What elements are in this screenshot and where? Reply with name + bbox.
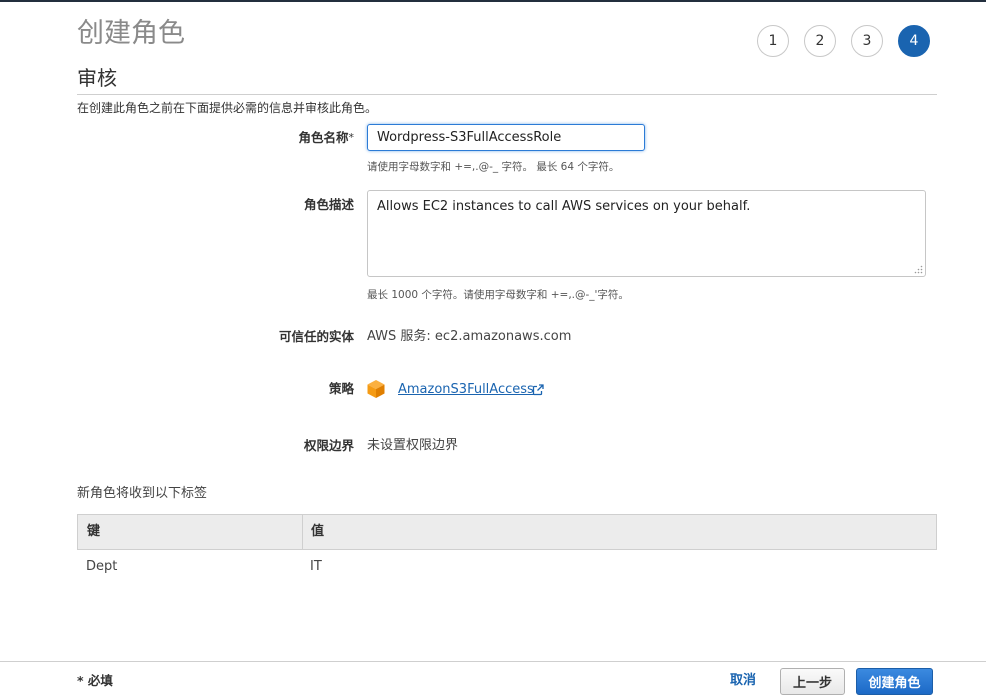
previous-button[interactable]: 上一步 [780, 668, 845, 695]
trusted-entity-value: AWS 服务: ec2.amazonaws.com [367, 329, 572, 344]
tags-table-header: 键 值 [77, 514, 937, 550]
tag-row-key: Dept [86, 559, 118, 574]
permissions-boundary-label: 权限边界 [303, 438, 354, 453]
section-title: 审核 [77, 66, 117, 90]
role-name-hint: 请使用字母数字和 +=,.@-_ 字符。 最长 64 个字符。 [367, 161, 620, 173]
required-note: * 必填 [77, 673, 113, 688]
tags-table: 键 值 Dept IT [77, 514, 937, 574]
tags-caption: 新角色将收到以下标签 [77, 486, 208, 501]
column-header-key: 键 [87, 524, 101, 539]
section-intro: 在创建此角色之前在下面提供必需的信息并审核此角色。 [77, 101, 378, 115]
role-description-hint: 最长 1000 个字符。请使用字母数字和 +=,.@-_'字符。 [367, 289, 629, 301]
step-2[interactable]: 2 [804, 25, 836, 57]
aws-policy-cube-icon [367, 380, 385, 398]
cancel-button[interactable]: 取消 [722, 668, 764, 694]
column-header-value: 值 [311, 524, 325, 539]
tag-row-value: IT [310, 559, 322, 574]
role-name-input[interactable] [367, 124, 645, 151]
step-1[interactable]: 1 [757, 25, 789, 57]
column-divider [302, 515, 303, 549]
console-top-bar [0, 0, 986, 2]
policies-label: 策略 [328, 381, 354, 396]
footer-divider [0, 661, 986, 662]
role-description-textarea[interactable]: Allows EC2 instances to call AWS service… [367, 190, 926, 277]
permissions-boundary-value: 未设置权限边界 [367, 438, 459, 453]
resize-grip-icon[interactable] [914, 265, 923, 274]
step-4-current: 4 [898, 25, 930, 57]
step-3[interactable]: 3 [851, 25, 883, 57]
section-divider [77, 94, 937, 95]
external-link-icon[interactable] [532, 384, 544, 396]
required-marker: * [348, 131, 355, 144]
policy-link-amazons3fullaccess[interactable]: AmazonS3FullAccess [398, 381, 534, 399]
page-title: 创建角色 [77, 18, 185, 49]
role-description-label: 角色描述 [303, 197, 354, 212]
create-role-button[interactable]: 创建角色 [856, 668, 933, 695]
trusted-entity-label: 可信任的实体 [278, 329, 354, 344]
role-name-label: 角色名称* [298, 130, 355, 145]
